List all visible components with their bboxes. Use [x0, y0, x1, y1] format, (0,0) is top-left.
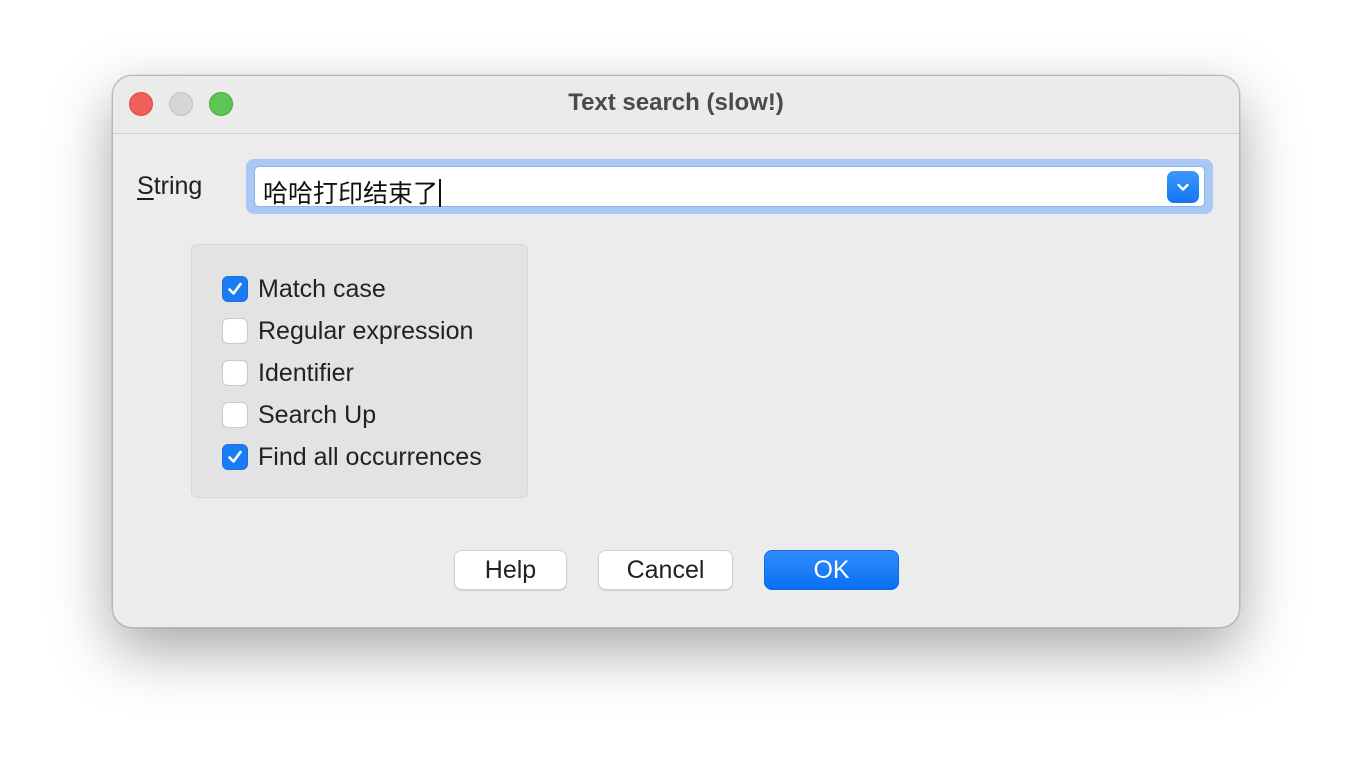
- title-bar[interactable]: Text search (slow!): [113, 76, 1239, 134]
- help-button[interactable]: Help: [454, 550, 567, 590]
- option-find-all-occurrences[interactable]: Find all occurrences: [222, 443, 482, 471]
- checkbox-find-all-occurrences[interactable]: [222, 444, 248, 470]
- option-label: Match case: [258, 274, 386, 303]
- ok-button[interactable]: OK: [764, 550, 899, 590]
- checkbox-identifier[interactable]: [222, 360, 248, 386]
- checkbox-match-case[interactable]: [222, 276, 248, 302]
- option-label: Regular expression: [258, 316, 474, 345]
- option-label: Identifier: [258, 358, 354, 387]
- string-label-text: tring: [153, 172, 203, 200]
- text-caret: [439, 179, 442, 207]
- window-title: Text search (slow!): [568, 89, 784, 116]
- checkbox-regular-expression[interactable]: [222, 318, 248, 344]
- string-label: String: [137, 172, 202, 201]
- search-combobox[interactable]: 哈哈打印结束了: [254, 166, 1205, 210]
- option-search-up[interactable]: Search Up: [222, 401, 376, 429]
- option-label: Search Up: [258, 400, 377, 429]
- search-input-value: 哈哈打印结束了: [263, 180, 439, 208]
- checkbox-search-up[interactable]: [222, 402, 248, 428]
- history-dropdown-button[interactable]: [1167, 171, 1199, 203]
- option-identifier[interactable]: Identifier: [222, 359, 354, 387]
- search-options-group: Match case Regular expression Identifier…: [191, 244, 528, 498]
- text-search-dialog: Text search (slow!) String 哈哈打印结束了 Match…: [112, 75, 1240, 628]
- chevron-down-icon: [1177, 183, 1189, 191]
- option-match-case[interactable]: Match case: [222, 275, 386, 303]
- checkmark-icon: [228, 450, 242, 463]
- string-label-mnemonic: S: [137, 172, 154, 200]
- checkmark-icon: [228, 282, 242, 295]
- option-label: Find all occurrences: [258, 442, 482, 471]
- option-regular-expression[interactable]: Regular expression: [222, 317, 473, 345]
- search-input[interactable]: 哈哈打印结束了: [263, 174, 442, 210]
- cancel-button[interactable]: Cancel: [598, 550, 733, 590]
